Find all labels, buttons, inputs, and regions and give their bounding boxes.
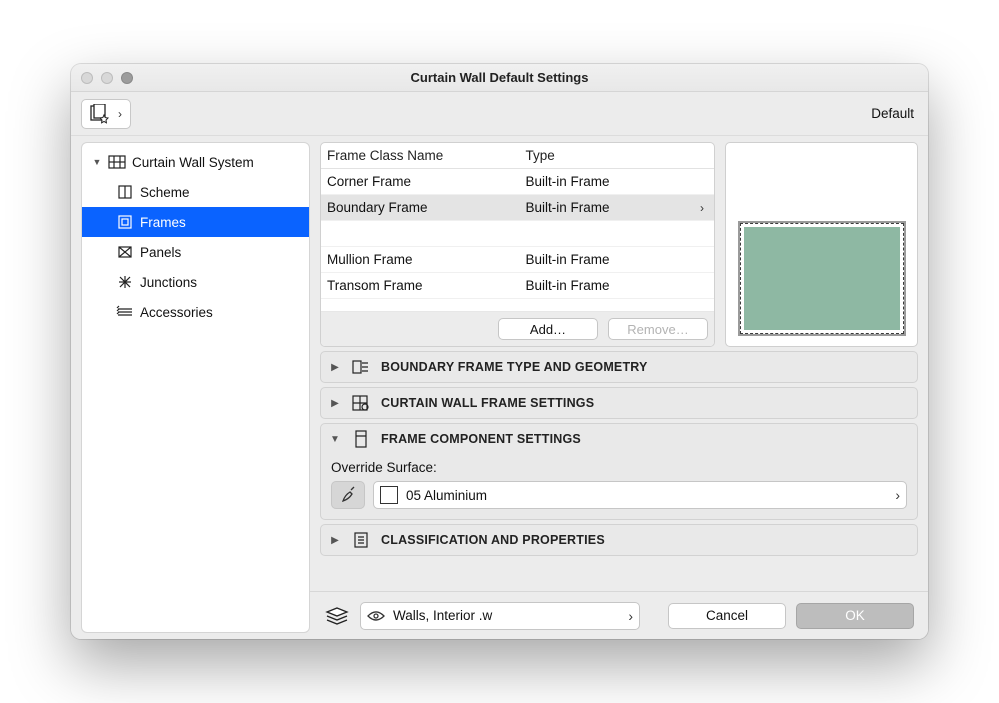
frame-name: Transom Frame xyxy=(327,278,526,293)
toolbar: › Default xyxy=(71,92,928,136)
sidebar-item-panels[interactable]: Panels xyxy=(82,237,309,267)
frame-list-buttons: Add… Remove… xyxy=(321,311,714,346)
geometry-icon xyxy=(351,357,371,377)
surface-swatch-icon xyxy=(380,486,398,504)
dialog-window: Curtain Wall Default Settings › Default … xyxy=(71,64,928,639)
frame-name: Mullion Frame xyxy=(327,252,526,267)
layer-picker[interactable]: Walls, Interior .w › xyxy=(360,602,640,630)
section-classification: ▶ CLASSIFICATION AND PROPERTIES xyxy=(320,524,918,556)
accessories-icon xyxy=(116,303,134,321)
section-frame-component-settings: ▼ FRAME COMPONENT SETTINGS Override Surf… xyxy=(320,423,918,520)
paint-brush-icon xyxy=(339,486,357,504)
preview-frame-icon xyxy=(738,221,906,336)
disclosure-triangle-icon[interactable]: ▼ xyxy=(329,434,341,445)
frame-type: Built-in Frame xyxy=(526,278,610,293)
layer-stack-icon xyxy=(324,606,350,626)
window-controls xyxy=(81,72,133,84)
classification-icon xyxy=(351,530,371,550)
sidebar-tree: ▼ Curtain Wall System Scheme xyxy=(82,143,309,331)
disclosure-triangle-icon[interactable]: ▼ xyxy=(92,157,102,167)
section-title: CLASSIFICATION AND PROPERTIES xyxy=(381,533,605,547)
override-surface-label: Override Surface: xyxy=(331,460,907,475)
section-body: Override Surface: 05 Aluminium › xyxy=(321,454,917,519)
zoom-window-icon[interactable] xyxy=(121,72,133,84)
sidebar-item-accessories[interactable]: Accessories xyxy=(82,297,309,327)
preview-glass-icon xyxy=(744,227,900,330)
chevron-right-icon: › xyxy=(628,608,633,624)
eye-icon xyxy=(367,607,385,625)
surface-name: 05 Aluminium xyxy=(406,488,887,503)
section-header[interactable]: ▶ BOUNDARY FRAME TYPE AND GEOMETRY xyxy=(321,352,917,382)
type-dropdown-button[interactable]: › xyxy=(698,201,706,215)
disclosure-triangle-icon[interactable]: ▶ xyxy=(329,362,341,373)
section-title: FRAME COMPONENT SETTINGS xyxy=(381,432,581,446)
main-panel: Frame Class Name Type Corner Frame Built… xyxy=(310,136,928,639)
disclosure-triangle-icon[interactable]: ▶ xyxy=(329,535,341,546)
disclosure-triangle-icon[interactable]: ▶ xyxy=(329,398,341,409)
column-header-type[interactable]: Type xyxy=(526,148,708,163)
section-title: CURTAIN WALL FRAME SETTINGS xyxy=(381,396,594,410)
dialog-footer: Walls, Interior .w › Cancel OK xyxy=(310,591,928,639)
sidebar-item-label: Panels xyxy=(140,245,301,260)
section-cw-frame-settings: ▶ CURTAIN WALL FRAME SETTINGS xyxy=(320,387,918,419)
title-bar: Curtain Wall Default Settings xyxy=(71,64,928,92)
sidebar-item-curtain-wall-system[interactable]: ▼ Curtain Wall System xyxy=(82,147,309,177)
frames-icon xyxy=(116,213,134,231)
junctions-icon xyxy=(116,273,134,291)
chevron-right-icon: › xyxy=(895,487,900,503)
sidebar-item-label: Accessories xyxy=(140,305,301,320)
frame-row-corner[interactable]: Corner Frame Built-in Frame xyxy=(321,169,714,195)
add-frame-button[interactable]: Add… xyxy=(498,318,598,340)
frame-list-header: Frame Class Name Type xyxy=(321,143,714,169)
section-header[interactable]: ▶ CURTAIN WALL FRAME SETTINGS xyxy=(321,388,917,418)
default-label: Default xyxy=(871,106,914,121)
sidebar-item-label: Curtain Wall System xyxy=(132,155,301,170)
frame-settings-icon xyxy=(351,393,371,413)
ok-button[interactable]: OK xyxy=(796,603,914,629)
override-surface-toggle[interactable] xyxy=(331,481,365,509)
content-area: ▼ Curtain Wall System Scheme xyxy=(71,136,928,639)
curtain-wall-system-icon xyxy=(108,153,126,171)
section-header[interactable]: ▼ FRAME COMPONENT SETTINGS xyxy=(321,424,917,454)
frame-class-list: Frame Class Name Type Corner Frame Built… xyxy=(320,142,715,347)
frame-row-boundary[interactable]: Boundary Frame Built-in Frame › xyxy=(321,195,714,221)
frame-preview xyxy=(725,142,918,347)
minimize-window-icon[interactable] xyxy=(101,72,113,84)
chevron-right-icon: › xyxy=(118,107,122,121)
scheme-icon xyxy=(116,183,134,201)
frame-row-mullion[interactable]: Mullion Frame Built-in Frame xyxy=(321,247,714,273)
component-icon xyxy=(351,429,371,449)
remove-frame-button: Remove… xyxy=(608,318,708,340)
panels-icon xyxy=(116,243,134,261)
column-header-name[interactable]: Frame Class Name xyxy=(327,148,526,163)
frame-list-separator xyxy=(321,221,714,247)
layer-name: Walls, Interior .w xyxy=(393,608,620,623)
frame-name: Corner Frame xyxy=(327,174,526,189)
surface-picker[interactable]: 05 Aluminium › xyxy=(373,481,907,509)
section-header[interactable]: ▶ CLASSIFICATION AND PROPERTIES xyxy=(321,525,917,555)
frame-name: Boundary Frame xyxy=(327,200,526,215)
sidebar-item-label: Junctions xyxy=(140,275,301,290)
frame-type: Built-in Frame xyxy=(526,200,610,215)
sidebar-item-scheme[interactable]: Scheme xyxy=(82,177,309,207)
sidebar-item-label: Frames xyxy=(140,215,301,230)
close-window-icon[interactable] xyxy=(81,72,93,84)
sidebar: ▼ Curtain Wall System Scheme xyxy=(81,142,310,633)
frame-type: Built-in Frame xyxy=(526,252,610,267)
section-boundary-geometry: ▶ BOUNDARY FRAME TYPE AND GEOMETRY xyxy=(320,351,918,383)
cancel-button[interactable]: Cancel xyxy=(668,603,786,629)
window-title: Curtain Wall Default Settings xyxy=(71,70,928,85)
frame-type: Built-in Frame xyxy=(526,174,610,189)
sidebar-item-frames[interactable]: Frames xyxy=(82,207,309,237)
favorites-button[interactable]: › xyxy=(81,99,131,129)
favorites-icon xyxy=(90,104,116,124)
sidebar-item-label: Scheme xyxy=(140,185,301,200)
frame-row-transom[interactable]: Transom Frame Built-in Frame xyxy=(321,273,714,299)
sidebar-item-junctions[interactable]: Junctions xyxy=(82,267,309,297)
section-title: BOUNDARY FRAME TYPE AND GEOMETRY xyxy=(381,360,648,374)
